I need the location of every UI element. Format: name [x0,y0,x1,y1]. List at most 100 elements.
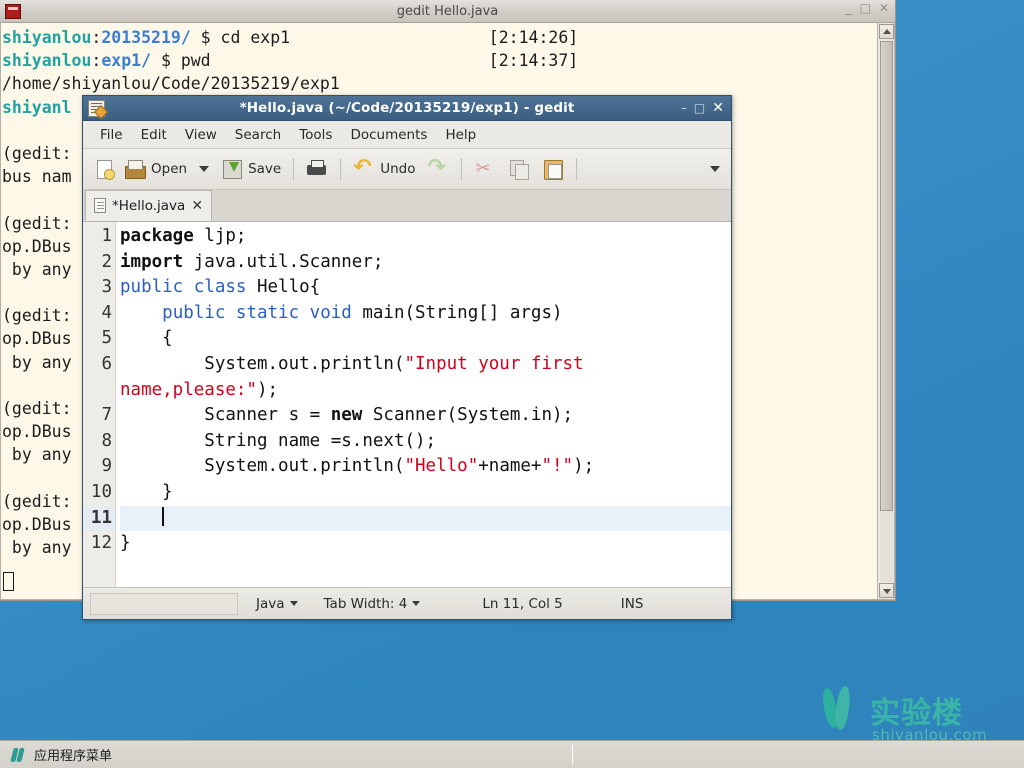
terminal-minimize-button[interactable]: _ [846,2,852,14]
code-token: ); [573,456,595,477]
scroll-down-icon[interactable] [878,583,894,598]
code-line: } [120,480,731,506]
menu-search[interactable]: Search [226,124,290,146]
line-number: 6 [101,353,112,374]
language-selector[interactable]: Java [256,596,298,612]
menu-edit[interactable]: Edit [132,124,176,146]
chevron-down-icon [710,166,720,172]
toolbar-separator [340,158,342,180]
taskbar[interactable]: 应用程序菜单 [0,740,1024,768]
terminal-line: /home/shiyanlou/Code/20135219/exp1 [2,72,877,95]
menu-file[interactable]: File [91,124,132,146]
toolbar-overflow-button[interactable] [705,163,725,175]
tab-hello-java[interactable]: *Hello.java ✕ [85,190,213,221]
terminal-text-segment: (gedit: [2,143,72,163]
code-token: } [120,533,131,554]
gedit-menubar[interactable]: File Edit View Search Tools Documents He… [83,121,731,149]
line-number: 11 [83,505,115,532]
gedit-maximize-button[interactable]: □ [694,102,705,114]
code-token: } [120,481,173,502]
save-button[interactable]: Save [216,155,286,183]
code-token: Scanner(System.in); [362,405,574,426]
menu-view[interactable]: View [176,124,226,146]
terminal-text-segment: $ pwd [151,51,211,71]
terminal-text-segment: $ cd exp1 [190,28,291,47]
gedit-minimize-button[interactable]: – [681,102,687,114]
gedit-window-title: *Hello.java (~/Code/20135219/exp1) - ged… [239,100,575,116]
scrollbar-track[interactable] [879,511,893,582]
terminal-maximize-button[interactable]: □ [860,2,871,14]
terminal-right-text: [2:14:26] [488,28,579,47]
new-document-icon [97,159,115,180]
application-menu-button[interactable]: 应用程序菜单 [0,741,122,768]
code-line: public static void main(String[] args) [120,301,731,327]
terminal-titlebar[interactable]: gedit Hello.java _ □ ✕ [0,0,895,23]
copy-button[interactable] [503,155,535,183]
terminal-spacer [290,28,489,47]
terminal-text-segment: /home/shiyanlou/Code/20135219/exp1 [2,74,340,94]
code-token: Scanner s = [120,405,331,426]
terminal-text-segment: bus nam [2,167,72,187]
insert-mode-label: INS [620,595,644,612]
gedit-window[interactable]: *Hello.java (~/Code/20135219/exp1) - ged… [82,95,732,620]
tab-close-icon[interactable]: ✕ [191,198,203,214]
terminal-text-segment: by any [2,259,72,279]
gedit-tabbar[interactable]: *Hello.java ✕ [83,190,731,222]
gedit-titlebar[interactable]: *Hello.java (~/Code/20135219/exp1) - ged… [83,96,731,121]
tab-width-selector[interactable]: Tab Width: 4 [324,596,421,612]
scissors-icon [474,158,496,180]
save-icon [221,158,243,180]
gedit-close-button[interactable]: ✕ [712,101,724,115]
new-document-button[interactable] [89,157,117,182]
watermark-brand-text: 实验楼 [870,696,963,731]
terminal-text-segment: shiyanl [2,97,72,117]
terminal-line: shiyanlou:exp1/ $ pwd [2:14:37] [2,49,877,72]
print-button[interactable] [301,155,333,183]
menu-documents[interactable]: Documents [341,124,436,146]
terminal-text-segment: 20135219/ [101,28,191,47]
tab-width-label: Tab Width: 4 [323,595,408,612]
redo-button[interactable] [422,155,454,183]
menu-tools[interactable]: Tools [290,124,341,146]
terminal-text-segment: op.DBus [2,236,72,256]
code-token: new [330,405,363,426]
toolbar-separator [293,158,295,180]
scroll-up-icon[interactable] [878,24,894,39]
chevron-down-icon [199,166,210,172]
terminal-text-segment: shiyanlou [2,51,92,71]
open-button[interactable]: Open [119,155,192,183]
undo-button[interactable]: Undo [348,155,420,183]
terminal-scrollbar[interactable] [877,23,894,599]
code-line [120,505,731,532]
line-number: 5 [101,328,112,349]
terminal-text-segment: : [91,51,102,71]
terminal-close-button[interactable]: ✕ [879,2,889,14]
scrollbar-thumb[interactable] [879,41,893,511]
code-editor[interactable]: 123456 7 8 9 10 11 12 package ljp; import java… [83,222,731,587]
gedit-toolbar[interactable]: Open Save Undo [83,149,731,190]
menu-help[interactable]: Help [436,124,485,146]
line-number [83,378,115,404]
insert-mode-indicator[interactable]: INS [621,596,644,612]
desktop: gedit Hello.java _ □ ✕ shiyanlou:2013521… [0,0,1024,768]
open-dropdown-button[interactable] [194,163,214,175]
terminal-window-controls[interactable]: _ □ ✕ [846,2,889,14]
line-number: 9 [101,456,112,477]
code-line: package ljp; [120,224,731,250]
cut-button[interactable] [469,155,501,183]
gedit-window-controls[interactable]: – □ ✕ [681,101,724,115]
code-text-area[interactable]: package ljp; import java.util.Scanner; pub… [116,222,731,587]
paste-button[interactable] [537,155,569,183]
terminal-text-segment: (gedit: [2,213,72,233]
terminal-line: shiyanlou:20135219/ $ cd exp1 [2:14:26] [2,26,877,49]
undo-button-label: Undo [380,161,416,177]
code-line: System.out.println("Hello"+name+"!"); [120,454,731,480]
chevron-down-icon [412,601,421,606]
save-button-label: Save [248,161,282,177]
line-number: 8 [101,430,112,451]
cursor-position: Ln 11, Col 5 [482,596,562,612]
terminal-text-segment: (gedit: [2,491,72,511]
line-number-gutter: 123456 7 8 9 10 11 12 [83,222,116,587]
